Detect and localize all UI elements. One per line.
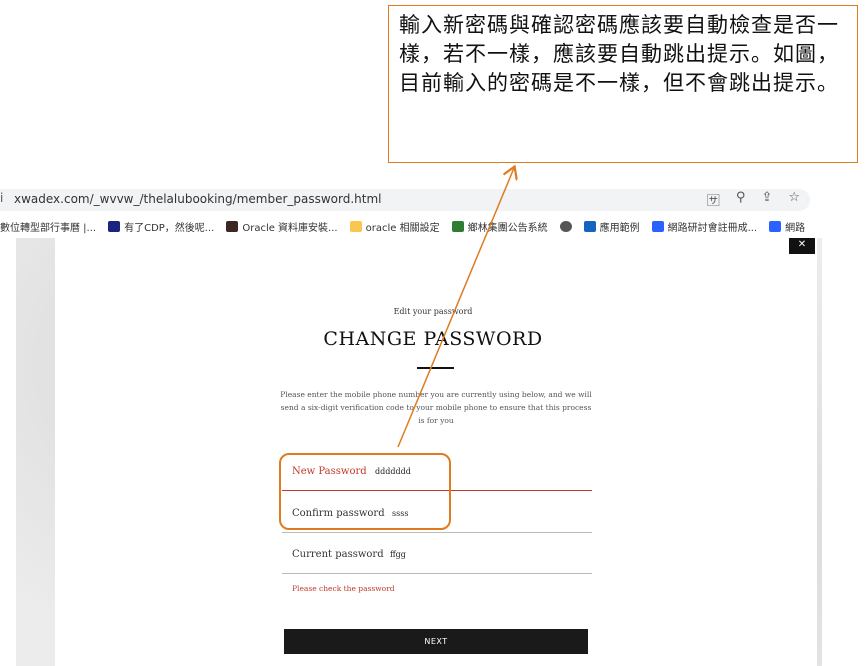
annotation-text: 輸入新密碼與確認密碼應該要自動檢查是否一樣，若不一樣，應該要自動跳出提示。如圖，…: [399, 13, 839, 95]
annotation-note: 輸入新密碼與確認密碼應該要自動檢查是否一樣，若不一樣，應該要自動跳出提示。如圖，…: [388, 5, 858, 163]
